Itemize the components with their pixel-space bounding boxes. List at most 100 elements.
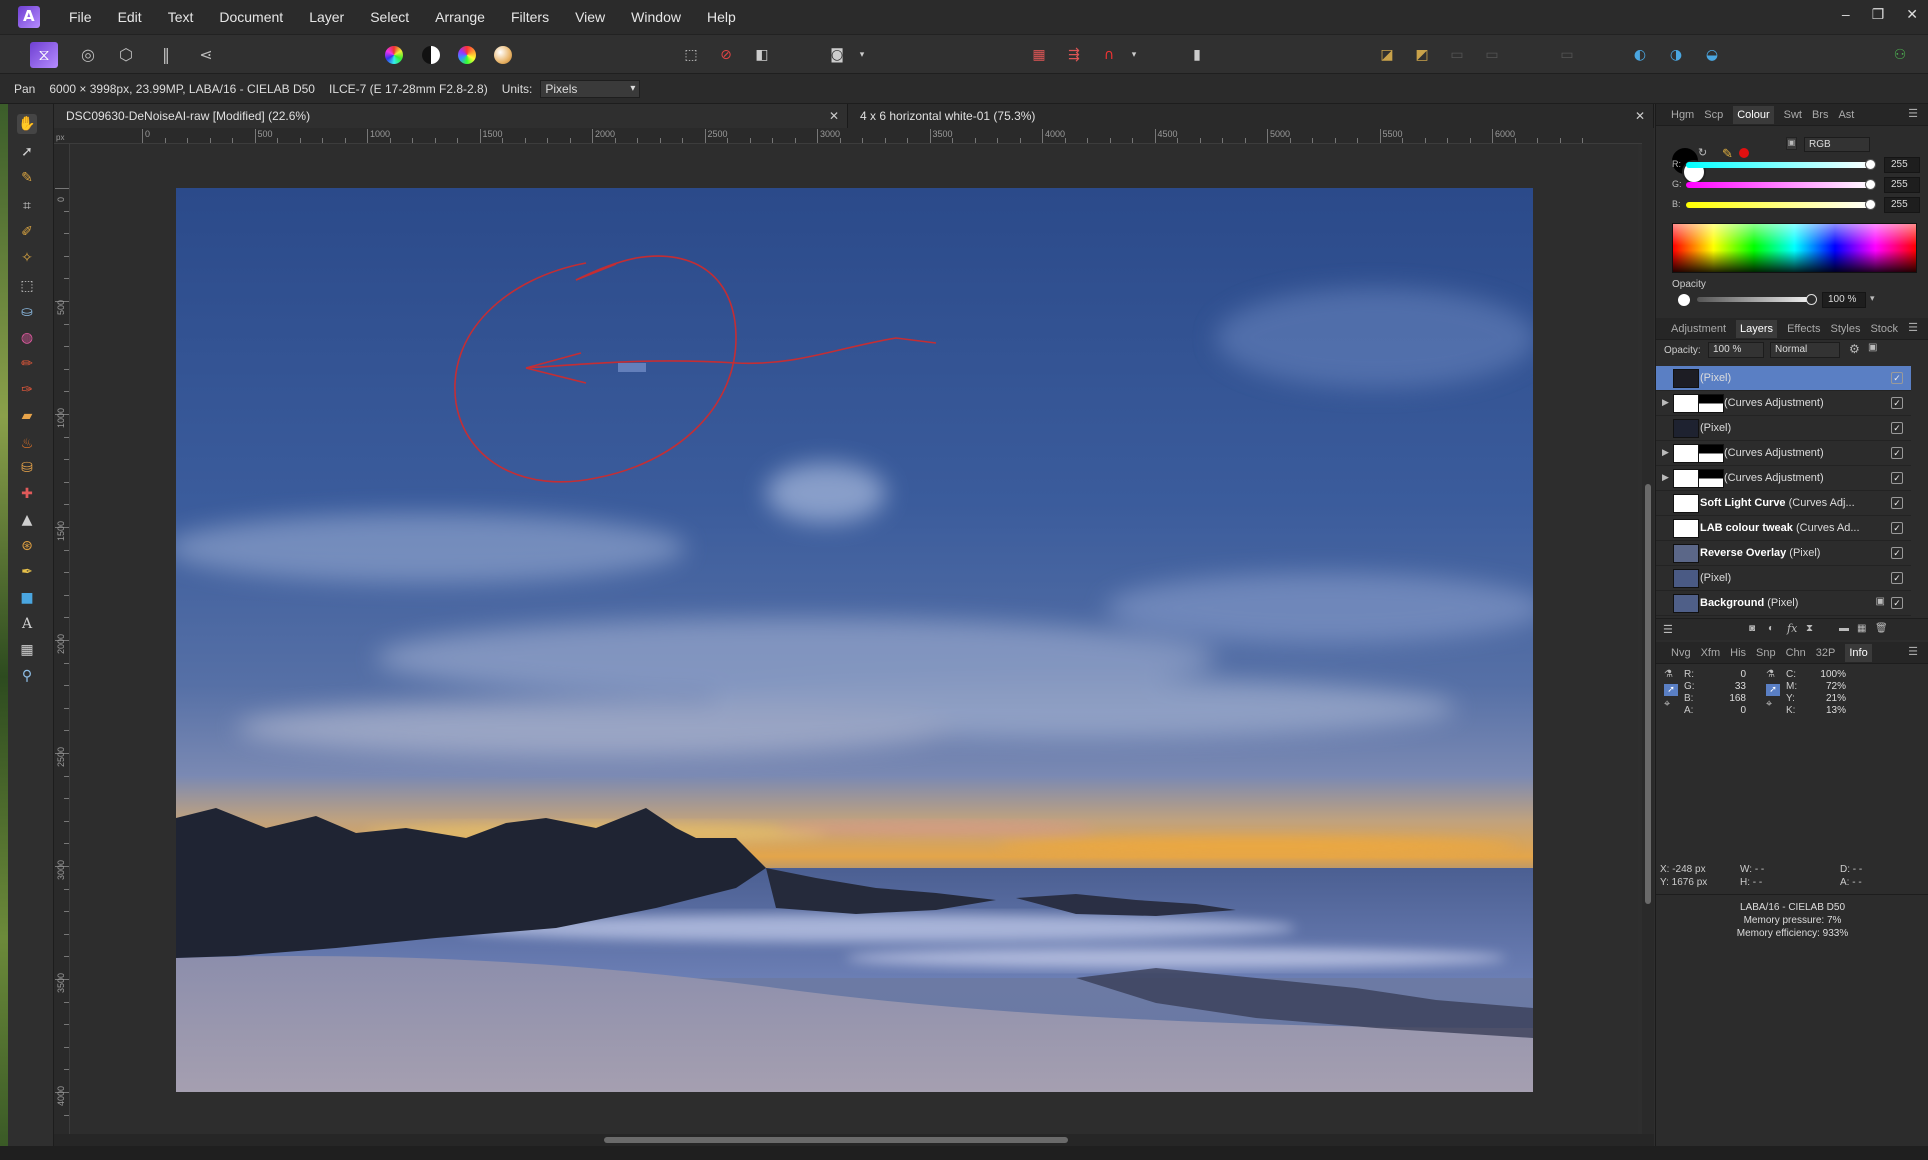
snapping-options-chevron-icon[interactable]: ▾ bbox=[1122, 44, 1146, 66]
layer-row[interactable]: (Pixel) ✓ bbox=[1656, 416, 1911, 441]
blue-slider-knob[interactable] bbox=[1865, 199, 1876, 210]
green-slider-track[interactable] bbox=[1686, 182, 1871, 188]
panel-menu-icon[interactable]: ☰ bbox=[1908, 107, 1918, 120]
expand-arrow-icon[interactable]: ▶ bbox=[1662, 472, 1669, 483]
layer-row[interactable]: Background (Pixel) ▣ ✓ bbox=[1656, 591, 1911, 616]
erase-brush-tool-icon[interactable]: ▰ bbox=[17, 406, 37, 426]
move-tool-icon[interactable]: ➚ bbox=[17, 142, 37, 162]
expand-arrow-icon[interactable]: ▶ bbox=[1662, 447, 1669, 458]
blend-mode-dropdown[interactable]: Normal bbox=[1770, 342, 1840, 358]
tab-document-1[interactable]: DSC09630-DeNoiseAI-raw [Modified] (22.6%… bbox=[54, 104, 848, 128]
tone-mapping-persona-icon[interactable]: ‖ bbox=[152, 42, 180, 68]
paint-brush-tool-icon[interactable]: ✏ bbox=[17, 354, 37, 374]
red-eye-tool-icon[interactable]: ⊛ bbox=[17, 536, 37, 556]
liquify-persona-icon[interactable]: ◎ bbox=[74, 42, 102, 68]
cursor-icon[interactable]: ➚ bbox=[1664, 684, 1678, 696]
opacity-slider-track[interactable] bbox=[1697, 297, 1809, 302]
colour-picker-target-icon[interactable]: ⚗ bbox=[1664, 669, 1673, 680]
crosshair-icon[interactable]: ⌖ bbox=[1766, 698, 1772, 711]
color-replacement-tool-icon[interactable]: ✑ bbox=[17, 380, 37, 400]
menu-filters[interactable]: Filters bbox=[498, 9, 562, 25]
tab-32-bit-preview[interactable]: 32P bbox=[1816, 647, 1836, 659]
panel-menu-icon[interactable]: ☰ bbox=[1908, 321, 1918, 334]
layer-stack-icon[interactable]: ☰ bbox=[1663, 623, 1673, 636]
restore-button[interactable]: ❐ bbox=[1872, 6, 1885, 23]
red-slider-knob[interactable] bbox=[1865, 159, 1876, 170]
tab-history[interactable]: His bbox=[1730, 647, 1746, 659]
colour-picker-target-icon[interactable]: ⚗ bbox=[1766, 669, 1775, 680]
develop-persona-icon[interactable]: ⬡ bbox=[112, 42, 140, 68]
clone-tool-icon[interactable]: ⛁ bbox=[17, 458, 37, 478]
tab-assets[interactable]: Ast bbox=[1838, 109, 1854, 121]
live-filter-icon[interactable]: ⧗ bbox=[1806, 623, 1813, 634]
selection-brush-tool-icon[interactable]: ✐ bbox=[17, 222, 37, 242]
tab-navigator[interactable]: Nvg bbox=[1671, 647, 1691, 659]
arrange-forward-icon[interactable]: ◪ bbox=[1375, 44, 1399, 66]
menu-layer[interactable]: Layer bbox=[296, 9, 357, 25]
dodge-burn-tool-icon[interactable]: ♨ bbox=[17, 434, 37, 454]
layer-row[interactable]: Reverse Overlay (Pixel) ✓ bbox=[1656, 541, 1911, 566]
gear-icon[interactable]: ⚙ bbox=[1849, 342, 1860, 356]
layer-row[interactable]: (Pixel) ✓ bbox=[1656, 366, 1911, 391]
colour-model-dropdown[interactable]: RGB bbox=[1804, 137, 1870, 152]
menu-document[interactable]: Document bbox=[206, 9, 296, 25]
invert-selection-icon[interactable]: ◧ bbox=[750, 44, 774, 66]
crop-tool-icon[interactable]: ⌗ bbox=[17, 196, 37, 216]
snapping-magnet-icon[interactable]: ∩ bbox=[1097, 44, 1121, 66]
tab-info[interactable]: Info bbox=[1845, 643, 1872, 662]
horizontal-scrollbar[interactable] bbox=[54, 1134, 1654, 1146]
layer-row[interactable]: ▶ (Curves Adjustment) ✓ bbox=[1656, 441, 1911, 466]
red-value-field[interactable]: 255 bbox=[1884, 157, 1920, 173]
boolean-subtract-icon[interactable]: ◑ bbox=[1664, 44, 1688, 66]
menu-arrange[interactable]: Arrange bbox=[422, 9, 498, 25]
tab-adjustment[interactable]: Adjustment bbox=[1671, 323, 1726, 335]
chevron-down-icon[interactable]: ▾ bbox=[1870, 293, 1875, 304]
context-help-icon[interactable]: ▮ bbox=[1185, 44, 1209, 66]
menu-view[interactable]: View bbox=[562, 9, 618, 25]
tab-colour[interactable]: Colour bbox=[1733, 105, 1774, 124]
layer-visibility-checkbox[interactable]: ✓ bbox=[1891, 397, 1903, 409]
close-window-button[interactable]: ✕ bbox=[1906, 6, 1918, 23]
add-pixel-layer-icon[interactable]: ▦ bbox=[1857, 623, 1866, 634]
quick-mask-icon[interactable]: ◙ bbox=[825, 44, 849, 66]
arrange-back-icon[interactable]: ◩ bbox=[1410, 44, 1434, 66]
photo-image[interactable] bbox=[176, 188, 1533, 1092]
deselect-icon[interactable]: ⊘ bbox=[714, 44, 738, 66]
tab-swatches[interactable]: Swt bbox=[1784, 109, 1802, 121]
grid-icon[interactable]: ▦ bbox=[1027, 44, 1051, 66]
layer-row[interactable]: Soft Light Curve (Curves Adj... ✓ bbox=[1656, 491, 1911, 516]
zoom-tool-icon[interactable]: ⚲ bbox=[17, 666, 37, 686]
marquee-tool-icon[interactable]: ⬚ bbox=[17, 276, 37, 296]
trash-icon[interactable]: 🗑 bbox=[1875, 623, 1888, 634]
tab-stock[interactable]: Stock bbox=[1870, 323, 1898, 335]
tab-document-2[interactable]: 4 x 6 horizontal white-01 (75.3%) ✕ bbox=[848, 104, 1654, 128]
lock-icon[interactable]: ▣ bbox=[1786, 137, 1797, 150]
export-persona-icon[interactable]: ⋖ bbox=[192, 42, 220, 68]
adjustment-layer-icon[interactable]: ◐ bbox=[1768, 623, 1774, 634]
green-value-field[interactable]: 255 bbox=[1884, 177, 1920, 193]
menu-edit[interactable]: Edit bbox=[105, 9, 155, 25]
rectangle-tool-icon[interactable]: ■ bbox=[17, 588, 37, 608]
mesh-warp-tool-icon[interactable]: ▦ bbox=[17, 640, 37, 660]
fx-icon[interactable]: fx bbox=[1787, 622, 1797, 635]
document-canvas[interactable] bbox=[70, 144, 1638, 1134]
opacity-value-field[interactable]: 100 % bbox=[1822, 292, 1866, 308]
minimize-button[interactable]: – bbox=[1842, 6, 1850, 23]
layer-visibility-checkbox[interactable]: ✓ bbox=[1891, 447, 1903, 459]
menu-text[interactable]: Text bbox=[155, 9, 207, 25]
layer-opacity-dropdown[interactable]: 100 % bbox=[1708, 342, 1764, 358]
opacity-slider-knob[interactable] bbox=[1806, 294, 1817, 305]
layer-row[interactable]: ▶ (Curves Adjustment) ✓ bbox=[1656, 466, 1911, 491]
crosshair-icon[interactable]: ⌖ bbox=[1664, 698, 1670, 711]
boolean-add-icon[interactable]: ◐ bbox=[1628, 44, 1652, 66]
cursor-icon[interactable]: ➚ bbox=[1766, 684, 1780, 696]
blue-slider-track[interactable] bbox=[1686, 202, 1871, 208]
tab-histogram[interactable]: Hgm bbox=[1671, 109, 1694, 121]
photo-persona-icon[interactable]: ⧖ bbox=[30, 42, 58, 68]
vertical-scrollbar[interactable] bbox=[1642, 128, 1654, 1134]
tab-effects[interactable]: Effects bbox=[1787, 323, 1820, 335]
flood-fill-tool-icon[interactable]: ⛀ bbox=[17, 302, 37, 322]
menu-help[interactable]: Help bbox=[694, 9, 749, 25]
tab-scope[interactable]: Scp bbox=[1704, 109, 1723, 121]
panel-menu-icon[interactable]: ☰ bbox=[1908, 645, 1918, 658]
